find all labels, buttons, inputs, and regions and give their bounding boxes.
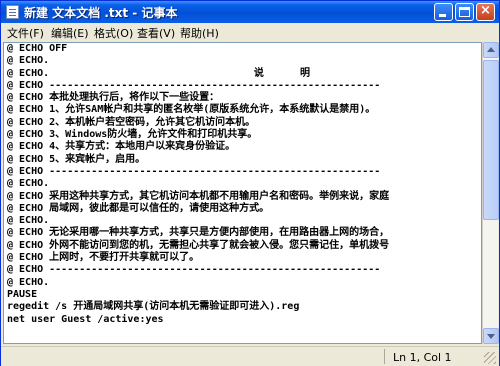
text-line: @ ECHO 局域网，彼此都是可以信任的，请使用这种方式。 [7,202,270,214]
arrow-up-icon [487,47,495,52]
text-line: @ ECHO 2、本机帐户若空密码，允许其它机访问本机。 [7,116,256,128]
text-line: @ ECHO 5、来宾帐户，启用。 [7,153,146,165]
resize-grip-icon[interactable] [484,352,496,364]
text-line: @ ECHO OFF [7,43,68,54]
notepad-window: 新建 文本文档 .txt - 记事本 × 文件(F) 编辑(E) 格式(O) 查… [0,0,500,366]
window-title: 新建 文本文档 .txt - 记事本 [24,6,178,20]
text-line: @ ECHO. [7,55,50,67]
status-divider [384,349,385,364]
scroll-thumb[interactable] [483,60,499,220]
scroll-down-button[interactable] [483,328,499,344]
close-icon: × [480,3,491,18]
text-line: @ ECHO 无论采用哪一种共享方式，共享只是方便内部使用，在用路由器上网的场合… [7,227,390,239]
text-line: @ ECHO. [7,178,50,190]
maximize-button[interactable] [455,3,474,21]
text-line: @ ECHO 3、Windows防火墙，允许文件和打印机共享。 [7,129,258,141]
text-editor[interactable]: @ ECHO OFF @ ECHO. @ ECHO. 说 明 @ ECHO --… [3,42,482,344]
cursor-position: Ln 1, Col 1 [393,351,452,364]
text-line: @ ECHO. [7,276,50,288]
text-line: @ ECHO ---------------------------------… [7,264,381,276]
menu-edit[interactable]: 编辑(E) [51,25,89,41]
text-line: @ ECHO. 说 明 [7,67,310,79]
menu-format[interactable]: 格式(O) [94,25,133,41]
maximize-icon [459,7,470,17]
text-line: @ ECHO ---------------------------------… [7,79,381,91]
arrow-down-icon [487,334,495,339]
text-line: net user Guest /active:yes [7,313,164,325]
editor-lines: @ ECHO OFF @ ECHO. @ ECHO. 说 明 @ ECHO --… [7,43,389,326]
menu-file[interactable]: 文件(F) [7,25,44,41]
menu-bar: 文件(F) 编辑(E) 格式(O) 查看(V) 帮助(H) [1,23,499,41]
text-line: regedit /s 开通局域网共享(访问本机无需验证即可进入).reg [7,301,300,313]
minimize-button[interactable] [434,3,453,21]
text-line: @ ECHO ---------------------------------… [7,165,381,177]
menu-help[interactable]: 帮助(H) [180,25,219,41]
status-bar: Ln 1, Col 1 [1,346,499,366]
scroll-up-button[interactable] [483,42,499,58]
text-line: @ ECHO 本批处理执行后，将作以下一些设置： [7,92,220,104]
text-line: @ ECHO 4、共享方式：本地用户以来宾身份验证。 [7,141,236,153]
menu-view[interactable]: 查看(V) [137,25,175,41]
text-line: @ ECHO 1、允许SAM帐户和共享的匿名枚举(原版系统允许，本系统默认是禁用… [7,104,376,116]
text-line: @ ECHO. [7,215,50,227]
text-line: @ ECHO 上网时，不要打开共享就可以了。 [7,252,200,264]
text-line: PAUSE [7,288,38,300]
title-bar[interactable]: 新建 文本文档 .txt - 记事本 × [1,1,499,23]
vertical-scrollbar[interactable] [482,42,499,344]
text-line: @ ECHO 外网不能访问到您的机，无需担心共享了就会被入侵。您只需记住，单机拨… [7,239,390,251]
notepad-icon [6,5,19,19]
close-button[interactable]: × [476,3,495,21]
text-line: @ ECHO 采用这种共享方式，其它机访问本机都不用输用户名和密码。举例来说，家… [7,190,390,202]
minimize-icon [439,14,446,17]
